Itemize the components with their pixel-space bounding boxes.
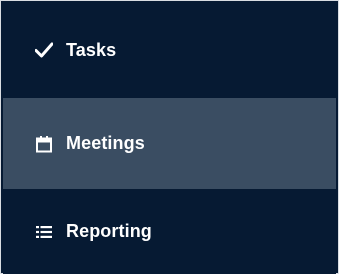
sidebar-item-label: Tasks — [66, 39, 117, 60]
sidebar-item-label: Reporting — [66, 221, 152, 241]
sidebar-item-label: Meetings — [66, 133, 145, 153]
sidebar-item-reporting[interactable]: Reporting — [3, 189, 336, 274]
sidebar-item-meetings[interactable]: Meetings — [3, 98, 336, 189]
calendar-icon — [34, 134, 54, 154]
sidebar-menu: Tasks Meetings Reporting — [3, 2, 336, 274]
sidebar-item-tasks[interactable]: Tasks — [3, 2, 336, 98]
sidebar-frame: Tasks Meetings Reporting — [0, 0, 339, 274]
check-icon — [34, 40, 54, 60]
list-icon — [34, 222, 54, 242]
